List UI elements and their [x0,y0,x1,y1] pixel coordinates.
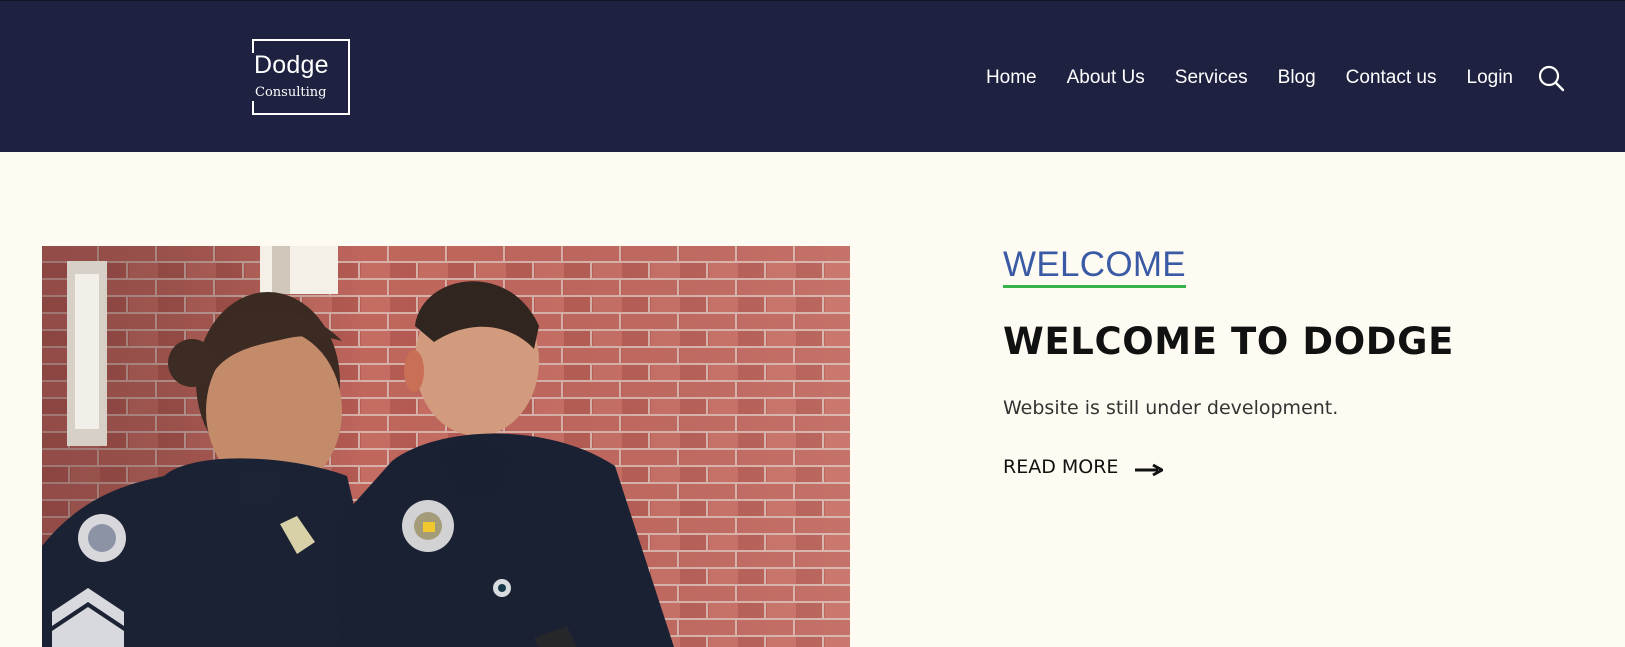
logo[interactable]: Dodge Consulting [250,39,350,115]
nav-login[interactable]: Login [1467,67,1514,89]
nav-contact-us[interactable]: Contact us [1346,67,1437,89]
search-icon[interactable] [1537,64,1565,92]
logo-subtitle: Consulting [255,85,327,100]
arrow-right-icon [1135,460,1164,477]
logo-frame-top [252,39,276,41]
hero-image [42,246,850,647]
welcome-section: WELCOME WELCOME TO DODGE Website is stil… [1003,246,1563,478]
nav-about-us[interactable]: About Us [1067,67,1145,89]
development-status-text: Website is still under development. [1003,397,1339,419]
read-more-link[interactable]: READ MORE [1003,456,1164,478]
read-more-label: READ MORE [1003,456,1119,478]
main-nav: Home About Us Services Blog Contact us L… [986,64,1565,92]
police-officers-photo [42,246,850,647]
page-title: WELCOME TO DODGE [1003,320,1454,363]
nav-services[interactable]: Services [1175,67,1248,89]
nav-home[interactable]: Home [986,67,1037,89]
logo-frame-bottom [252,113,276,115]
nav-blog[interactable]: Blog [1278,67,1316,89]
welcome-label: WELCOME [1003,246,1186,288]
logo-title: Dodge [254,51,329,79]
site-header: Dodge Consulting Home About Us Services … [0,0,1625,152]
